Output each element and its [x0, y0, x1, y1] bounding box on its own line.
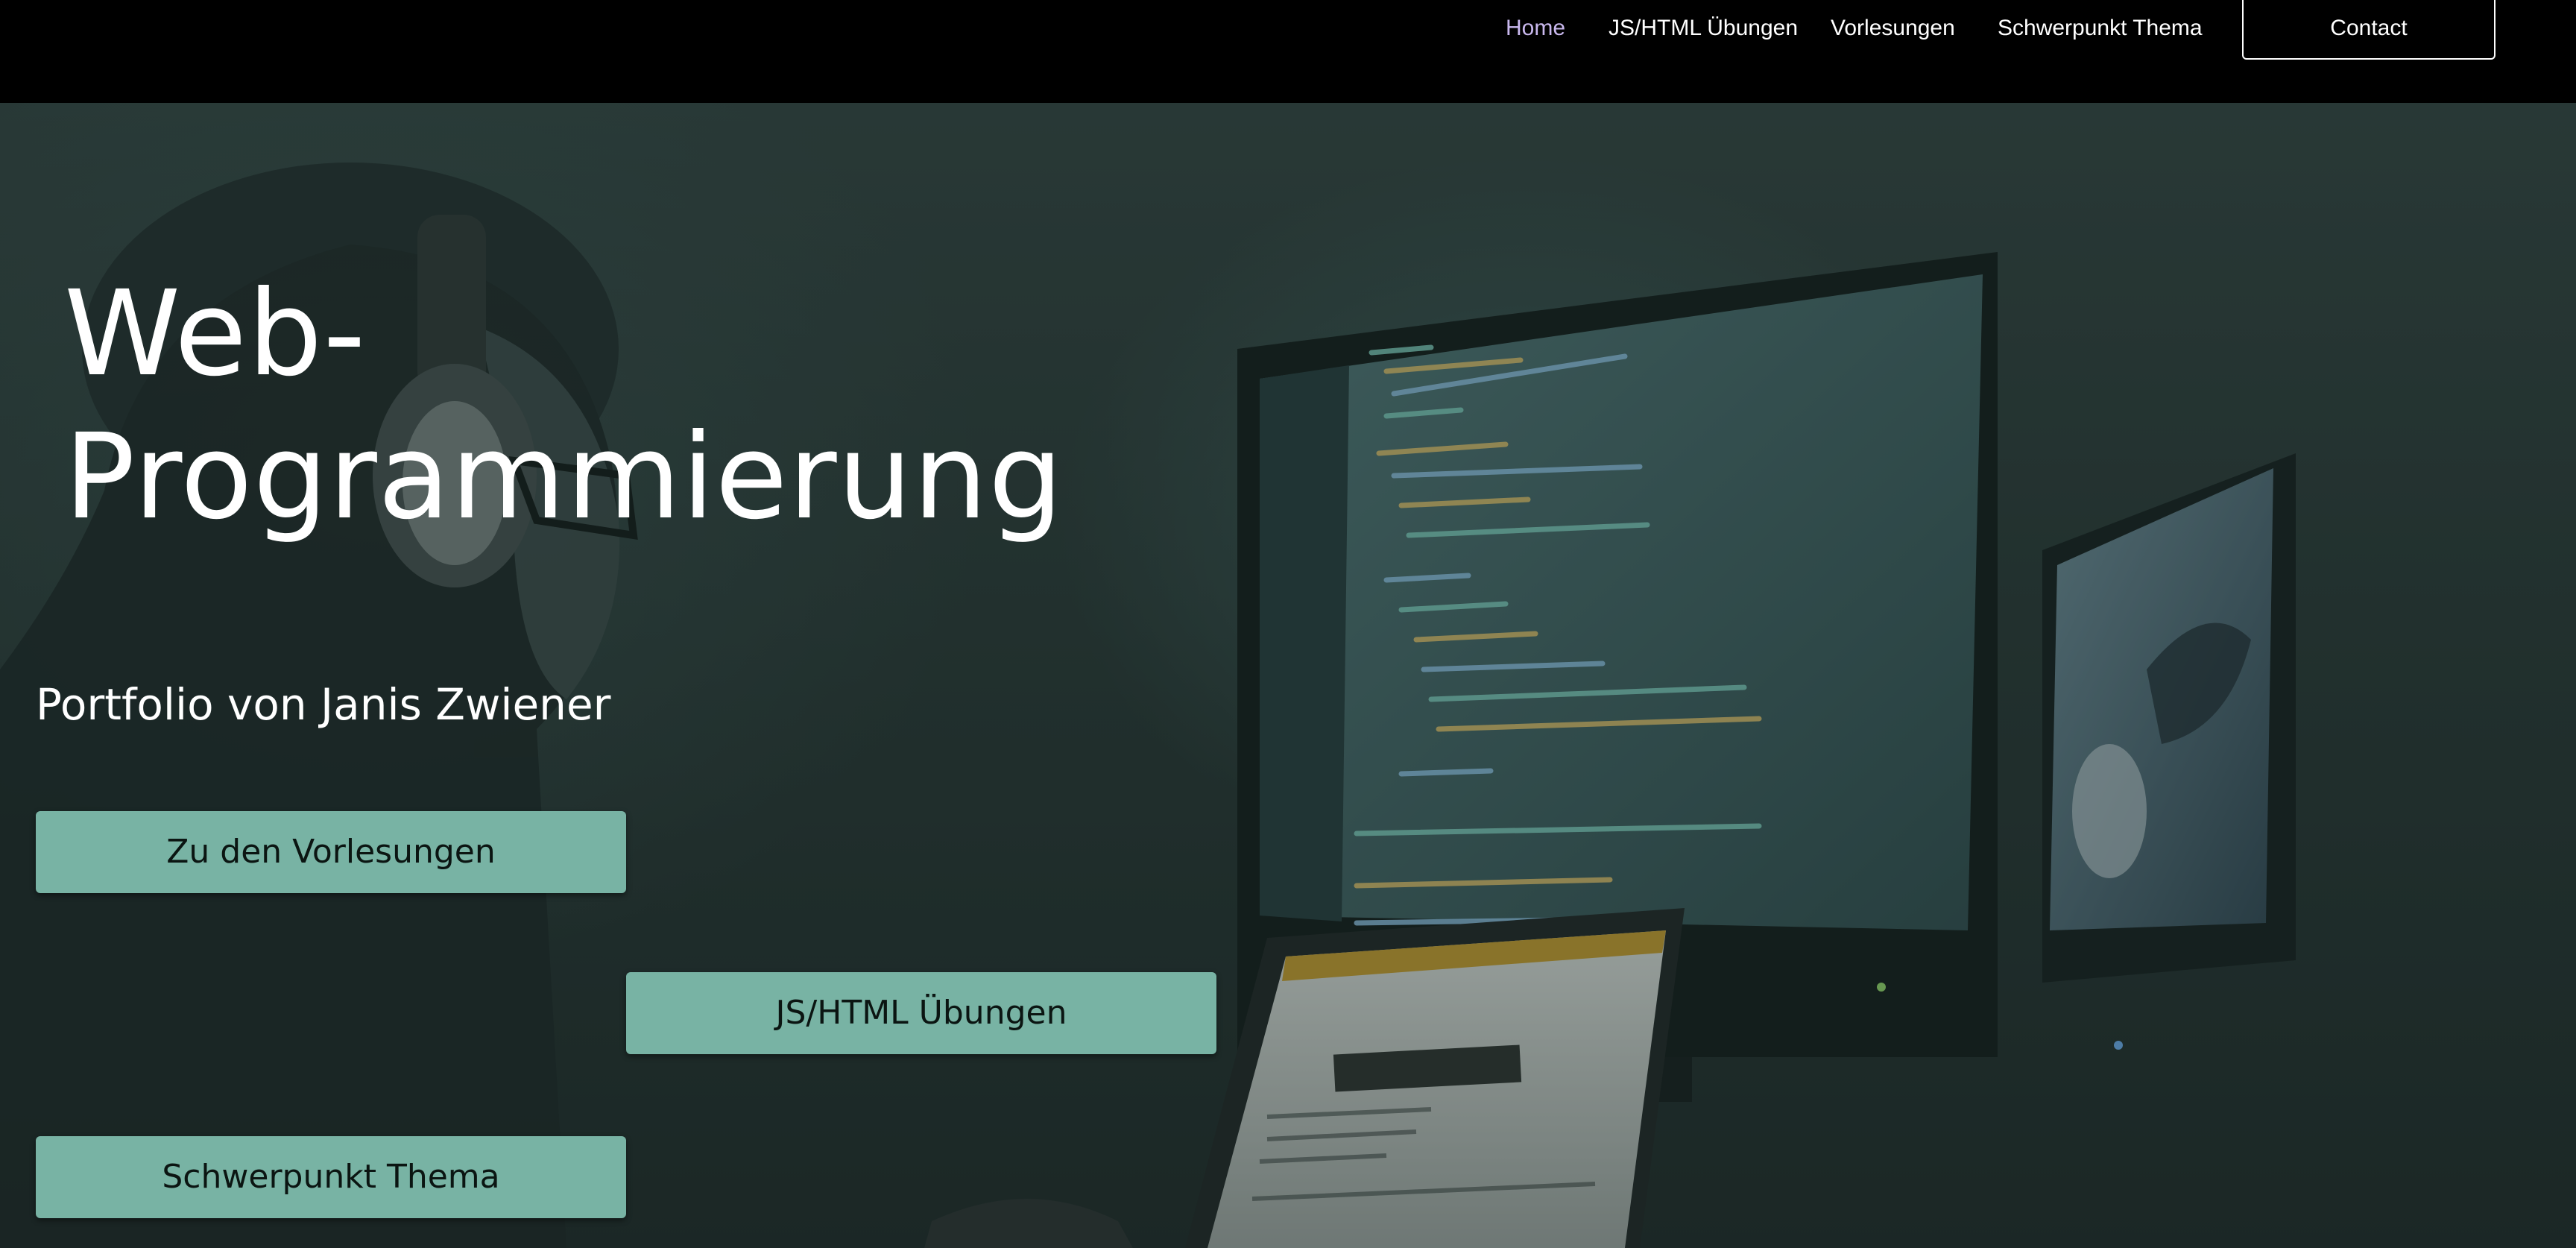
nav-link-vorlesungen[interactable]: Vorlesungen [1831, 12, 1955, 45]
hero-section: Web- Programmierung Portfolio von Janis … [0, 103, 2576, 1248]
top-navigation-bar: Home JS/HTML Übungen Vorlesungen Schwerp… [0, 0, 2576, 103]
contact-button[interactable]: Contact [2242, 0, 2496, 60]
js-html-uebungen-button[interactable]: JS/HTML Übungen [626, 972, 1216, 1054]
nav-link-home[interactable]: Home [1506, 12, 1565, 45]
vorlesungen-button[interactable]: Zu den Vorlesungen [36, 811, 626, 893]
nav-link-js-html-uebungen[interactable]: JS/HTML Übungen [1609, 12, 1798, 45]
hero-subtitle: Portfolio von Janis Zwiener [36, 679, 611, 730]
hero-title: Web- Programmierung [64, 265, 1064, 546]
page: Home JS/HTML Übungen Vorlesungen Schwerp… [0, 0, 2576, 1248]
nav-link-schwerpunkt-thema[interactable]: Schwerpunkt Thema [1998, 12, 2203, 45]
schwerpunkt-thema-button[interactable]: Schwerpunkt Thema [36, 1136, 626, 1218]
